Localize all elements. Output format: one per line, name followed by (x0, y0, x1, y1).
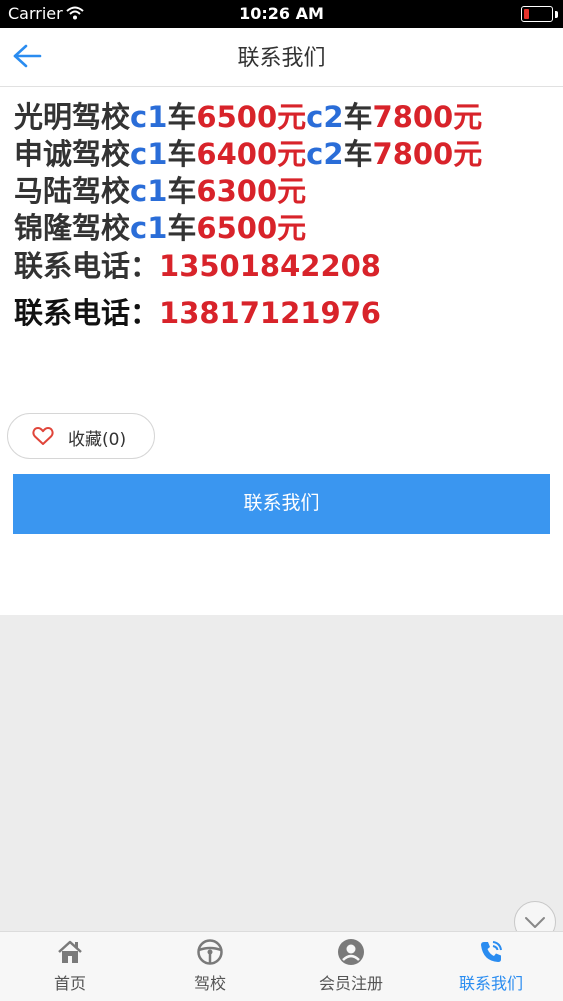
user-icon (338, 939, 364, 965)
car-unit: 车 (343, 100, 373, 134)
battery-tip (555, 11, 558, 18)
content-area: 光明驾校c1车6500元c2车7800元 申诚驾校c1车6400元c2车7800… (0, 87, 563, 615)
home-icon (58, 940, 82, 963)
tab-member-register[interactable]: 会员注册 (281, 932, 421, 1001)
car-type-c1: c1 (130, 211, 168, 245)
price-c1: 6500元 (196, 100, 307, 134)
favorite-button[interactable]: 收藏(0) (7, 413, 155, 459)
steering-wheel-icon (197, 939, 223, 965)
school-name: 锦隆驾校 (14, 211, 131, 245)
tab-home[interactable]: 首页 (0, 932, 140, 1001)
tab-label: 联系我们 (458, 974, 523, 993)
phone-number[interactable]: 13817121976 (159, 296, 381, 330)
price-c1: 6300元 (196, 174, 307, 208)
phone-label: 联系电话： (14, 249, 160, 283)
heart-icon (32, 427, 54, 445)
car-unit: 车 (167, 211, 197, 245)
tab-label: 首页 (53, 974, 86, 993)
page-title: 联系我们 (237, 46, 326, 71)
price-c2: 7800元 (372, 137, 483, 171)
car-type-c1: c1 (130, 100, 168, 134)
contact-us-button[interactable]: 联系我们 (13, 474, 550, 534)
phone-line-2: 联系电话：13817121976 (14, 295, 381, 331)
tab-label: 驾校 (193, 974, 226, 993)
price-c1: 6500元 (196, 211, 307, 245)
phone-line-1: 联系电话：13501842208 (14, 248, 381, 284)
nav-bar: 联系我们 (0, 28, 563, 87)
phone-icon (481, 941, 502, 962)
status-bar: Carrier 10:26 AM (0, 0, 563, 28)
school-name: 光明驾校 (14, 100, 131, 134)
status-time: 10:26 AM (239, 4, 324, 23)
school-name: 申诚驾校 (14, 137, 131, 171)
car-type-c1: c1 (130, 137, 168, 171)
car-unit: 车 (167, 137, 197, 171)
phone-number[interactable]: 13501842208 (159, 249, 381, 283)
car-unit: 车 (343, 137, 373, 171)
tab-label: 会员注册 (318, 974, 383, 993)
school-line-jinlong: 锦隆驾校c1车6500元 (14, 210, 306, 246)
car-type-c2: c2 (306, 137, 344, 171)
school-line-malu: 马陆驾校c1车6300元 (14, 173, 306, 209)
tab-bar: 首页 驾校 会员注册 联系我们 (0, 931, 563, 1001)
car-unit: 车 (167, 174, 197, 208)
favorite-label: 收藏(0) (68, 430, 127, 450)
school-line-guangming: 光明驾校c1车6500元c2车7800元 (14, 99, 482, 135)
car-type-c1: c1 (130, 174, 168, 208)
school-line-shencheng: 申诚驾校c1车6400元c2车7800元 (14, 136, 482, 172)
car-unit: 车 (167, 100, 197, 134)
phone-label: 联系电话： (14, 296, 160, 330)
tab-contact-us[interactable]: 联系我们 (421, 932, 561, 1001)
price-c2: 7800元 (372, 100, 483, 134)
school-name: 马陆驾校 (14, 174, 131, 208)
battery-icon (521, 6, 553, 22)
price-c1: 6400元 (196, 137, 307, 171)
battery-level (524, 9, 529, 19)
tab-driving-school[interactable]: 驾校 (140, 932, 280, 1001)
car-type-c2: c2 (306, 100, 344, 134)
